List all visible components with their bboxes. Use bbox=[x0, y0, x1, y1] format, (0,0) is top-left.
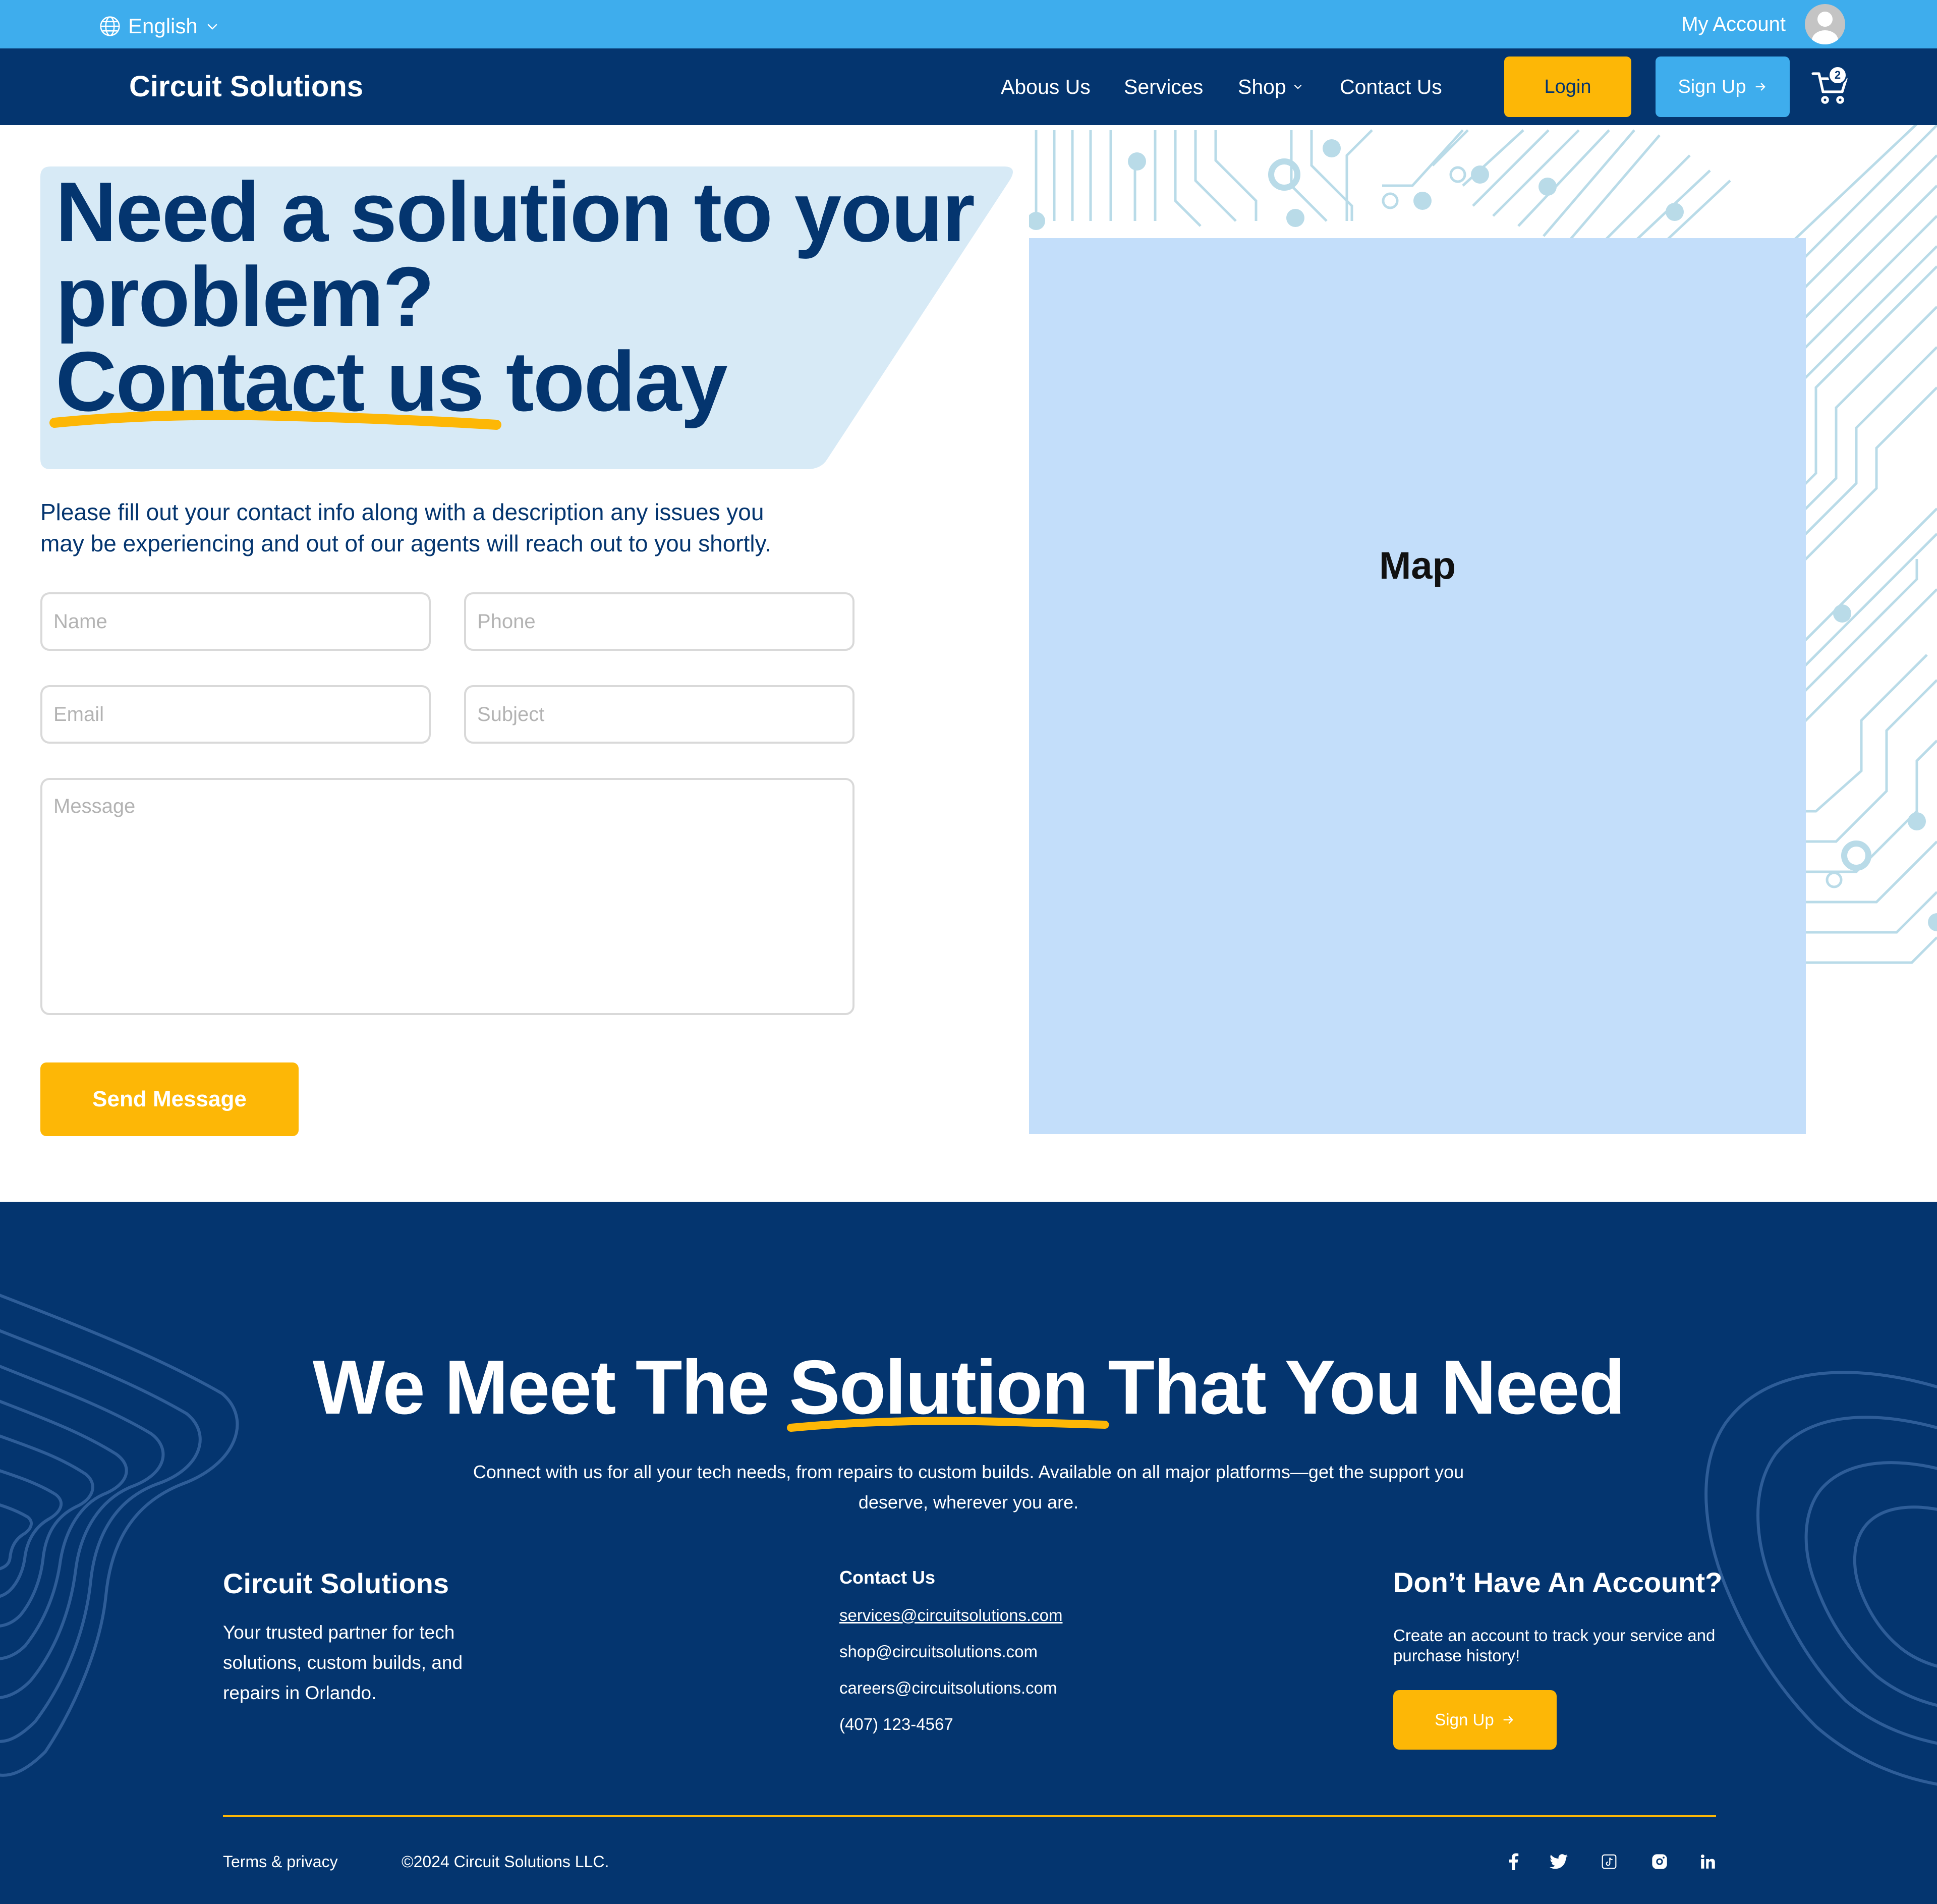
footer-account-heading: Don’t Have An Account? bbox=[1393, 1566, 1723, 1598]
chevron-down-icon bbox=[207, 24, 217, 30]
my-account-label: My Account bbox=[1681, 13, 1786, 35]
intro-line-1: Please fill out your contact info along … bbox=[40, 499, 764, 525]
footer-subtitle-line-1: Connect with us for all your tech needs,… bbox=[473, 1462, 1464, 1482]
careers-email-link[interactable]: careers@circuitsolutions.com bbox=[839, 1677, 1057, 1699]
footer-tagline-line-3: repairs in Orlando. bbox=[223, 1683, 377, 1703]
headline-highlight: Contact us bbox=[55, 334, 484, 429]
shop-email-link[interactable]: shop@circuitsolutions.com bbox=[839, 1641, 1038, 1663]
nav-services[interactable]: Services bbox=[1124, 74, 1203, 100]
facebook-icon[interactable] bbox=[1503, 1852, 1523, 1872]
nav-shop[interactable]: Shop bbox=[1238, 74, 1304, 100]
footer-tagline-line-2: solutions, custom builds, and bbox=[223, 1652, 463, 1673]
footer-tagline-line-1: Your trusted partner for tech bbox=[223, 1622, 455, 1643]
nav-shop-label: Shop bbox=[1238, 75, 1286, 98]
top-bar bbox=[0, 0, 1937, 48]
user-icon bbox=[1812, 12, 1838, 44]
my-account-link[interactable]: My Account bbox=[1681, 9, 1786, 39]
footer-headline-start: We Meet The bbox=[312, 1345, 789, 1430]
phone-field[interactable] bbox=[464, 592, 854, 651]
footer-subtitle: Connect with us for all your tech needs,… bbox=[444, 1457, 1493, 1518]
signup-label: Sign Up bbox=[1678, 76, 1746, 97]
login-button[interactable]: Login bbox=[1504, 57, 1631, 117]
copyright: ©2024 Circuit Solutions LLC. bbox=[402, 1853, 609, 1871]
arrow-right-icon bbox=[1755, 83, 1765, 91]
headline-line-2: problem? bbox=[55, 249, 434, 344]
headline-line-1: Need a solution to your bbox=[55, 164, 975, 259]
topographic-pattern bbox=[0, 1294, 1937, 1786]
tiktok-icon[interactable] bbox=[1599, 1852, 1619, 1872]
twitter-icon[interactable] bbox=[1549, 1852, 1569, 1872]
footer bbox=[0, 1202, 1937, 1904]
footer-tagline: Your trusted partner for tech solutions,… bbox=[223, 1617, 505, 1708]
footer-signup-button[interactable]: Sign Up bbox=[1393, 1690, 1557, 1750]
email-field[interactable] bbox=[40, 685, 431, 744]
send-message-label: Send Message bbox=[92, 1087, 247, 1111]
phone-link[interactable]: (407) 123-4567 bbox=[839, 1713, 953, 1735]
footer-account-text: Create an account to track your service … bbox=[1393, 1626, 1716, 1665]
globe-icon bbox=[100, 16, 120, 36]
intro-text: Please fill out your contact info along … bbox=[40, 496, 847, 559]
chevron-down-icon bbox=[1294, 84, 1302, 89]
map-placeholder[interactable]: Map bbox=[1029, 238, 1806, 1134]
language-label: English bbox=[128, 14, 198, 38]
services-email-link[interactable]: services@circuitsolutions.com bbox=[839, 1604, 1062, 1627]
terms-link[interactable]: Terms & privacy bbox=[223, 1852, 338, 1872]
intro-line-2: may be experiencing and out of our agent… bbox=[40, 530, 771, 556]
headline-line-3: Contact us today bbox=[55, 339, 1014, 424]
linkedin-icon[interactable] bbox=[1698, 1852, 1718, 1872]
footer-divider bbox=[223, 1815, 1716, 1817]
login-label: Login bbox=[1544, 76, 1591, 97]
headline-line-3-end: today bbox=[483, 334, 728, 429]
page-headline: Need a solution to your problem? Contact… bbox=[55, 170, 1014, 424]
footer-brand: Circuit Solutions bbox=[223, 1567, 449, 1599]
instagram-icon[interactable] bbox=[1649, 1852, 1670, 1872]
nav-about[interactable]: Abous Us bbox=[1001, 74, 1091, 100]
name-field[interactable] bbox=[40, 592, 431, 651]
signup-button[interactable]: Sign Up bbox=[1656, 57, 1790, 117]
send-message-button[interactable]: Send Message bbox=[40, 1062, 299, 1136]
footer-subtitle-line-2: deserve, wherever you are. bbox=[858, 1492, 1079, 1513]
brand-logo[interactable]: Circuit Solutions bbox=[129, 68, 363, 106]
highlight-underline bbox=[787, 1417, 1109, 1432]
cart-count-badge: 2 bbox=[1828, 66, 1847, 85]
message-field[interactable] bbox=[40, 778, 854, 1015]
footer-contact-heading: Contact Us bbox=[839, 1567, 936, 1588]
subject-field[interactable] bbox=[464, 685, 854, 744]
footer-headline-end: That You Need bbox=[1088, 1345, 1625, 1430]
footer-signup-label: Sign Up bbox=[1435, 1710, 1494, 1729]
map-label: Map bbox=[1379, 544, 1456, 587]
avatar[interactable] bbox=[1805, 4, 1845, 44]
language-selector[interactable]: English bbox=[99, 12, 220, 40]
arrow-right-icon bbox=[1503, 1716, 1513, 1724]
nav-contact[interactable]: Contact Us bbox=[1340, 74, 1442, 100]
